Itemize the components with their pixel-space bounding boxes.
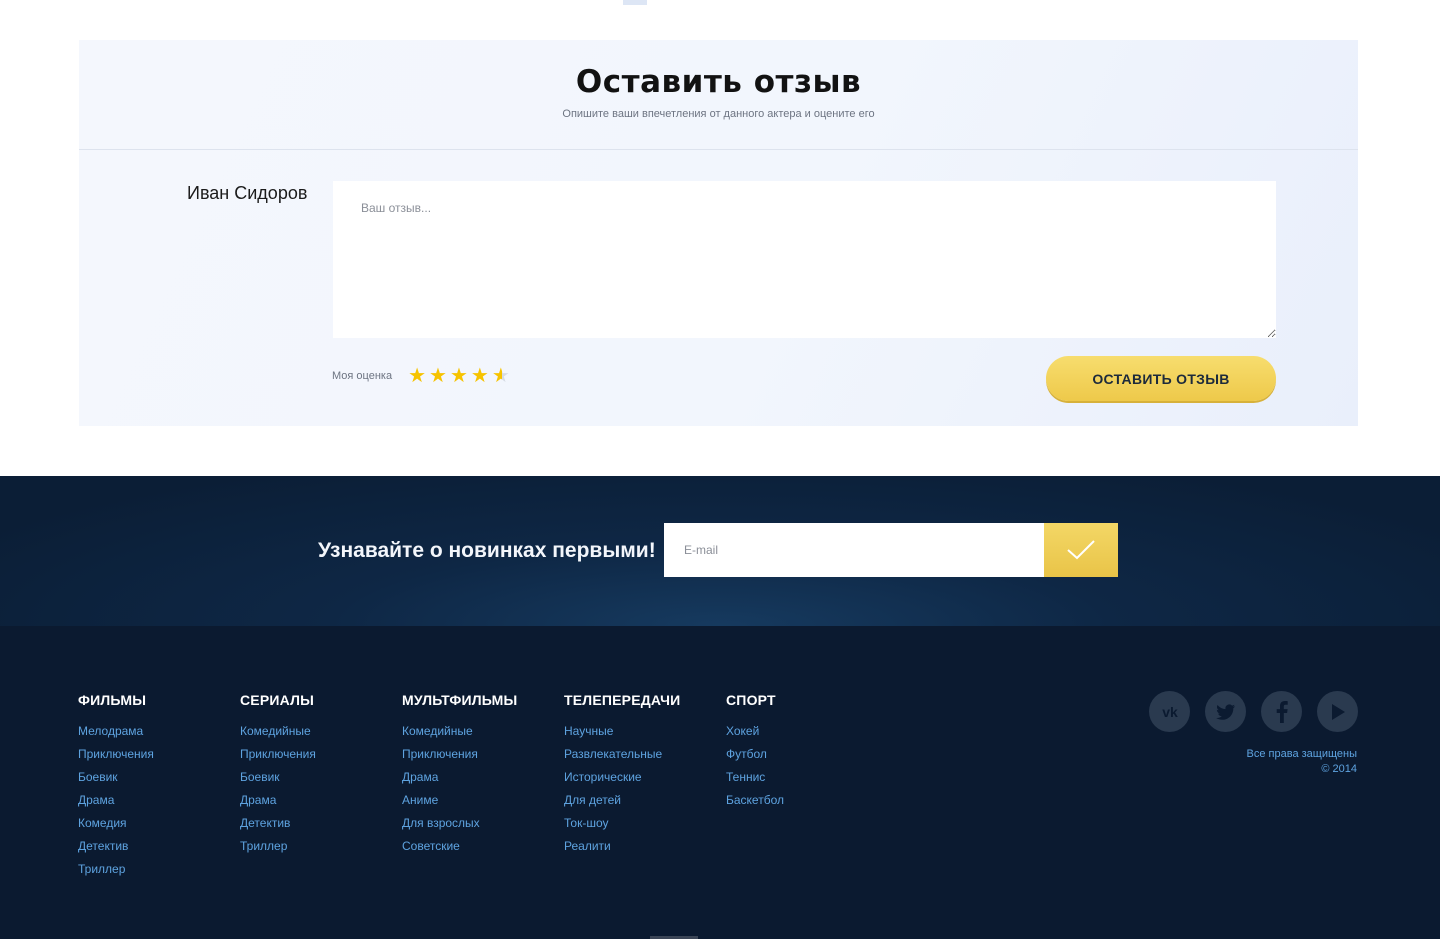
footer-link[interactable]: Развлекательные: [564, 743, 680, 766]
social-links: vk: [1149, 691, 1358, 732]
footer-link[interactable]: Триллер: [78, 858, 154, 881]
footer-column-cartoons: МУЛЬТФИЛЬМЫ Комедийные Приключения Драма…: [402, 692, 517, 858]
review-section: Оставить отзыв Опишите ваши впечетления …: [79, 40, 1358, 426]
review-author-name: Иван Сидоров: [187, 183, 308, 203]
footer-link[interactable]: Детектив: [78, 835, 154, 858]
footer-link[interactable]: Футбол: [726, 743, 784, 766]
review-textarea[interactable]: [333, 181, 1276, 338]
copyright: Все права защищены © 2014: [1247, 747, 1357, 777]
footer-link[interactable]: Комедийные: [402, 720, 517, 743]
footer-column-title: ФИЛЬМЫ: [78, 692, 147, 708]
footer-column-series: СЕРИАЛЫ Комедийные Приключения Боевик Др…: [240, 692, 316, 858]
footer-column-films: ФИЛЬМЫ Мелодрама Приключения Боевик Драм…: [78, 692, 154, 881]
footer-link[interactable]: Драма: [78, 789, 154, 812]
footer-link[interactable]: Для детей: [564, 789, 680, 812]
vk-button[interactable]: vk: [1149, 691, 1190, 732]
facebook-icon: [1276, 700, 1288, 723]
footer-link[interactable]: Мелодрама: [78, 720, 154, 743]
footer-link[interactable]: Приключения: [240, 743, 316, 766]
footer-link[interactable]: Научные: [564, 720, 680, 743]
review-subtitle: Опишите ваши впечетления от данного акте…: [562, 108, 875, 120]
footer: ФИЛЬМЫ Мелодрама Приключения Боевик Драм…: [0, 626, 1440, 939]
footer-link[interactable]: Триллер: [240, 835, 316, 858]
footer-link[interactable]: Приключения: [402, 743, 517, 766]
subscribe-title: Узнавайте о новинках первыми!: [318, 539, 656, 562]
twitter-icon: [1215, 703, 1235, 720]
submit-review-button[interactable]: ОСТАВИТЬ ОТЗЫВ: [1046, 356, 1276, 401]
footer-link[interactable]: Драма: [240, 789, 316, 812]
footer-link[interactable]: Аниме: [402, 789, 517, 812]
footer-link[interactable]: Для взрослых: [402, 812, 517, 835]
footer-link[interactable]: Комедия: [78, 812, 154, 835]
star-icon[interactable]: ★: [429, 366, 447, 386]
footer-link[interactable]: Баскетбол: [726, 789, 784, 812]
footer-column-title: СПОРТ: [726, 692, 776, 708]
twitter-button[interactable]: [1205, 691, 1246, 732]
footer-column-title: МУЛЬТФИЛЬМЫ: [402, 692, 518, 708]
footer-column-sport: СПОРТ Хокей Футбол Теннис Баскетбол: [726, 692, 784, 812]
copyright-year: © 2014: [1321, 763, 1357, 775]
footer-link[interactable]: Комедийные: [240, 720, 316, 743]
footer-link[interactable]: Драма: [402, 766, 517, 789]
top-indicator: [623, 0, 647, 5]
checkmark-icon: [1067, 540, 1095, 560]
footer-link[interactable]: Боевик: [78, 766, 154, 789]
youtube-play-icon: [1331, 703, 1345, 720]
rating-label: Моя оценка: [332, 370, 393, 382]
footer-column-title: ТЕЛЕПЕРЕДАЧИ: [564, 692, 681, 708]
review-title: Оставить отзыв: [575, 64, 862, 100]
vk-icon: vk: [1162, 704, 1178, 720]
star-half-icon[interactable]: ★: [492, 366, 510, 386]
footer-link[interactable]: Теннис: [726, 766, 784, 789]
footer-link[interactable]: Советские: [402, 835, 517, 858]
star-icon[interactable]: ★: [450, 366, 468, 386]
footer-column-tv-shows: ТЕЛЕПЕРЕДАЧИ Научные Развлекательные Ист…: [564, 692, 680, 858]
svg-text:vk: vk: [1162, 704, 1178, 720]
facebook-button[interactable]: [1261, 691, 1302, 732]
footer-link[interactable]: Исторические: [564, 766, 680, 789]
email-input[interactable]: [664, 523, 1044, 577]
footer-column-title: СЕРИАЛЫ: [240, 692, 315, 708]
footer-link[interactable]: Боевик: [240, 766, 316, 789]
youtube-button[interactable]: [1317, 691, 1358, 732]
footer-link[interactable]: Ток-шоу: [564, 812, 680, 835]
footer-link[interactable]: Детектив: [240, 812, 316, 835]
rating-block: Моя оценка ★ ★ ★ ★ ★: [332, 366, 513, 386]
review-header: Оставить отзыв Опишите ваши впечетления …: [79, 40, 1358, 150]
footer-link[interactable]: Приключения: [78, 743, 154, 766]
copyright-rights: Все права защищены: [1246, 748, 1357, 760]
star-icon[interactable]: ★: [471, 366, 489, 386]
subscribe-submit-button[interactable]: [1044, 523, 1118, 577]
subscribe-section: Узнавайте о новинках первыми!: [0, 476, 1440, 626]
star-icon[interactable]: ★: [408, 366, 426, 386]
footer-link[interactable]: Хокей: [726, 720, 784, 743]
footer-link[interactable]: Реалити: [564, 835, 680, 858]
